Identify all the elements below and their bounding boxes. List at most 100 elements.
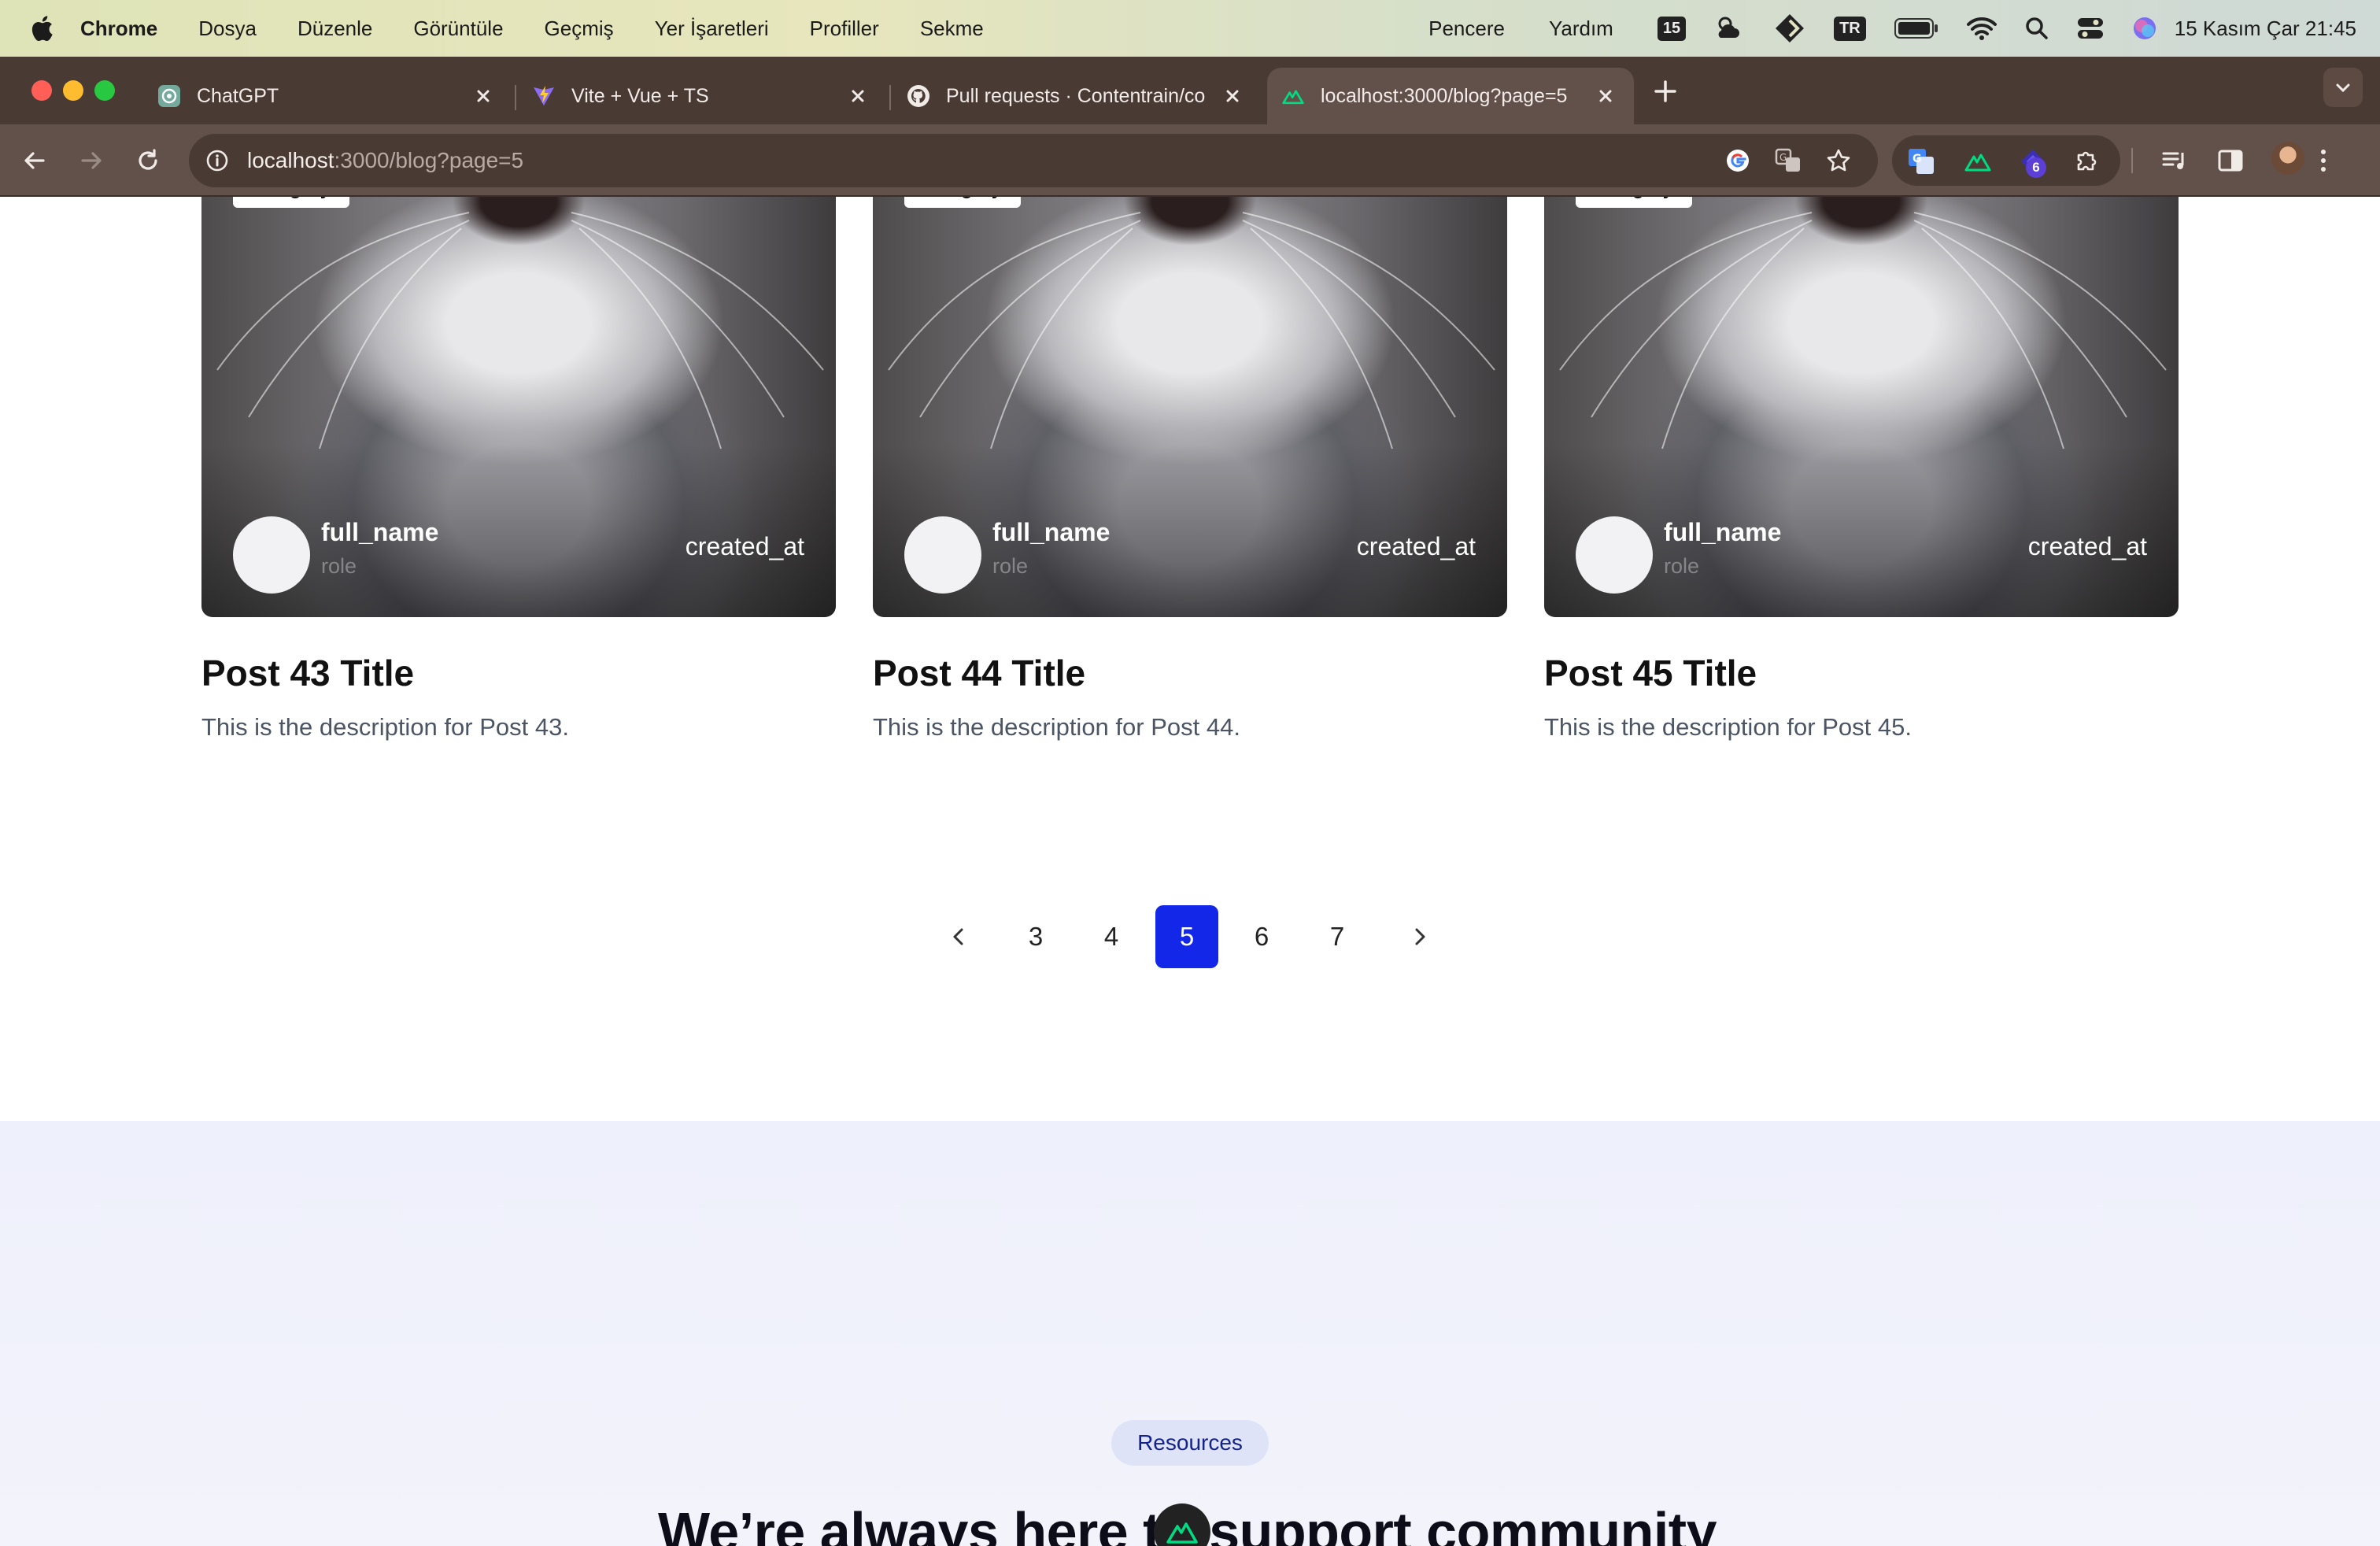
post-title[interactable]: Post 43 Title [201,652,414,694]
window-zoom-button[interactable] [94,80,115,101]
post-card[interactable]: category full_name role created_at Post … [201,197,836,741]
weather-icon[interactable] [1714,13,1746,44]
menu-window[interactable]: Pencere [1428,17,1505,41]
profile-avatar[interactable] [2271,142,2304,175]
control-center-icon[interactable] [2077,13,2104,44]
arrow-left-icon [24,152,45,169]
side-panel-button[interactable] [2213,143,2248,178]
post-title[interactable]: Post 44 Title [873,652,1085,694]
siri-icon[interactable] [2132,13,2157,44]
media-control-button[interactable] [2158,143,2193,178]
previous-page-button[interactable] [927,905,990,968]
menu-bookmarks[interactable]: Yer İşaretleri [655,17,769,41]
page-button[interactable]: 3 [1004,905,1067,968]
author-avatar [1576,516,1653,594]
input-source-icon[interactable]: TR [1834,13,1866,44]
menu-help[interactable]: Yardım [1549,17,1613,41]
category-tag[interactable]: category [1576,197,1693,208]
battery-icon[interactable] [1894,13,1938,44]
menu-edit[interactable]: Düzenle [298,17,372,41]
current-page-button[interactable]: 5 [1155,905,1218,968]
nuxt-devtools-extension-icon[interactable] [1963,146,1993,176]
nuxt-icon [1281,84,1305,108]
window-close-button[interactable] [31,80,52,101]
vite-icon [532,84,556,108]
svg-text:G: G [1913,153,1922,165]
tab-vite[interactable]: Vite + Vue + TS [516,68,886,124]
raycast-icon[interactable] [1774,13,1805,44]
post-card[interactable]: category full_name role created_at Post … [1544,197,2179,741]
close-tab-icon[interactable] [471,83,496,109]
url-host: localhost [247,148,334,172]
post-description: This is the description for Post 45. [1544,713,1912,741]
close-tab-icon[interactable] [1220,83,1245,109]
google-translate-extension-icon[interactable]: G [1906,146,1936,176]
tab-search-button[interactable] [2323,68,2363,107]
reload-icon [139,149,157,170]
translate-icon[interactable]: G [1774,146,1802,175]
page-button[interactable]: 6 [1230,905,1293,968]
author-full-name: full_name [1664,518,1782,546]
tab-chatgpt[interactable]: ChatGPT [142,68,512,124]
post-card[interactable]: category full_name role created_at Post … [873,197,1507,741]
tab-title: ChatGPT [197,84,279,107]
page-button[interactable]: 7 [1306,905,1369,968]
wifi-icon[interactable] [1966,13,1997,44]
close-tab-icon[interactable] [845,83,870,109]
menu-chrome[interactable]: Chrome [80,17,157,41]
url-text[interactable]: localhost:3000/blog?page=5 [247,148,523,173]
menu-view[interactable]: Görüntüle [413,17,503,41]
author-full-name: full_name [321,518,439,546]
kebab-menu-icon [2321,150,2326,172]
toolbar-separator [2131,148,2133,173]
tab-title: Pull requests · Contentrain/co [946,84,1206,107]
apple-icon[interactable] [30,15,54,42]
close-tab-icon[interactable] [1593,83,1618,109]
extensions-puzzle-icon[interactable] [2071,146,2101,176]
chevron-left-icon [953,928,963,945]
google-lens-icon[interactable] [1724,146,1752,175]
window-minimize-button[interactable] [63,80,83,101]
chevron-right-icon [1415,928,1425,945]
page-button[interactable]: 4 [1080,905,1143,968]
new-tab-plus-icon[interactable] [1651,77,1680,105]
menubar-clock[interactable]: 15 Kasım Çar 21:45 [2175,17,2356,41]
site-info-icon[interactable] [205,148,230,173]
nuxt-icon [1166,1522,1198,1544]
category-tag[interactable]: category [233,197,350,208]
back-button[interactable] [17,143,52,178]
tab-github-pull-requests[interactable]: Pull requests · Contentrain/co [891,68,1261,124]
chrome-menu-button[interactable] [2306,143,2341,178]
author-role: role [321,554,357,578]
menu-profiles[interactable]: Profiller [810,17,879,41]
extensions-group: G [1892,135,2120,186]
post-image[interactable]: category full_name role created_at [873,197,1507,617]
address-bar[interactable]: localhost:3000/blog?page=5 G [189,134,1878,187]
author-avatar [904,516,981,594]
bookmark-star-icon[interactable] [1824,146,1853,175]
menu-history[interactable]: Geçmiş [545,17,614,41]
post-created-at: created_at [2027,532,2147,560]
spotlight-search-icon[interactable] [2025,13,2049,44]
menu-tab[interactable]: Sekme [920,17,984,41]
post-image[interactable]: category full_name role created_at [1544,197,2179,617]
svg-text:G: G [1779,152,1787,163]
resources-pill: Resources [1111,1420,1269,1466]
calendar-badge: 15 [1657,16,1687,41]
github-icon [907,84,930,108]
category-tag[interactable]: category [904,197,1022,208]
forward-button[interactable] [74,143,109,178]
post-title[interactable]: Post 45 Title [1544,652,1757,694]
reload-button[interactable] [131,143,165,178]
tab-title: localhost:3000/blog?page=5 [1321,84,1568,107]
tab-localhost-blog[interactable]: localhost:3000/blog?page=5 [1267,68,1634,124]
author-avatar [233,516,310,594]
openai-icon [157,84,181,108]
menu-file[interactable]: Dosya [198,17,257,41]
author-role: role [992,554,1029,578]
url-path: :3000/blog?page=5 [334,148,524,172]
calendar-status-icon[interactable]: 15 [1657,13,1687,44]
music-queue-icon [2162,152,2184,169]
next-page-button[interactable] [1388,905,1451,968]
post-image[interactable]: category full_name role created_at [201,197,836,617]
